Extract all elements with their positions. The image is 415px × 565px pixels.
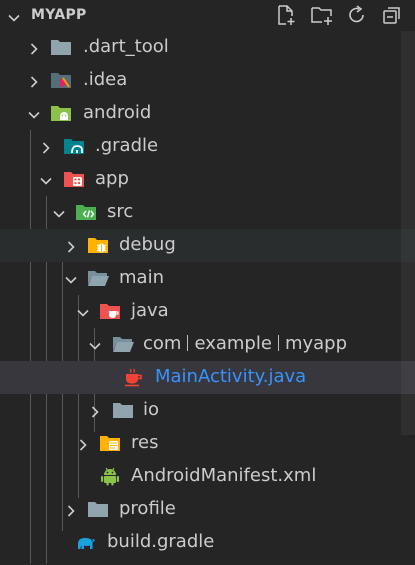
tree-item-label: build.gradle [107,531,215,552]
chevron-right-icon[interactable] [27,74,41,88]
tree-item-label: app [95,168,129,189]
folder-icon [87,499,109,519]
tree-item-label: main [119,267,164,288]
tree-item-build-gradle[interactable]: build.gradle [0,526,415,559]
tree-item-package[interactable]: com example myapp [0,328,415,361]
chevron-right-icon[interactable] [39,140,53,154]
chevron-down-icon[interactable] [7,10,21,29]
path-separator [277,335,279,351]
tree-item-res[interactable]: res [0,427,415,460]
tree-item-gradle-folder[interactable]: .gradle [0,130,415,163]
chevron-down-icon[interactable] [39,173,53,187]
tree-item-dart-tool[interactable]: .dart_tool [0,31,415,64]
res-folder-icon [99,433,121,453]
android-manifest-icon [99,466,121,486]
tree-item-label: MainActivity.java [155,366,307,387]
chevron-right-icon[interactable] [27,41,41,55]
tree-item-label: android [83,102,152,123]
chevron-down-icon[interactable] [27,107,41,121]
chevron-right-icon[interactable] [64,503,78,517]
tree-item-android[interactable]: android [0,97,415,130]
tree-item-debug[interactable]: debug [0,229,415,262]
tree-item-label: .dart_tool [83,36,169,57]
tree-item-main[interactable]: main [0,262,415,295]
gradle-folder-icon [63,136,85,156]
tree-item-label: AndroidManifest.xml [131,465,317,486]
path-separator [187,335,189,351]
java-folder-icon [99,301,121,321]
tree-item-android-manifest[interactable]: AndroidManifest.xml [0,460,415,493]
android-folder-icon [50,103,72,123]
refresh-icon[interactable] [344,3,370,27]
package-segment: com [143,333,182,354]
folder-icon [112,400,134,420]
folder-icon [50,37,72,57]
explorer-title: MYAPP [31,7,87,23]
idea-folder-icon [50,70,72,90]
chevron-down-icon[interactable] [88,338,102,352]
tree-item-io[interactable]: io [0,394,415,427]
file-tree: .dart_tool .idea android .gradle app src… [0,31,415,565]
app-folder-icon [63,169,85,189]
tree-item-label: .gradle [95,135,159,156]
tree-item-src[interactable]: src [0,196,415,229]
src-folder-icon [75,202,97,222]
debug-folder-icon [87,235,109,255]
chevron-right-icon[interactable] [64,239,78,253]
folder-open-icon [87,268,109,288]
tree-item-label: profile [119,498,176,519]
folder-open-icon [112,334,134,354]
tree-item-app[interactable]: app [0,163,415,196]
java-file-icon [123,367,145,387]
new-folder-icon[interactable] [309,3,335,27]
package-segment: myapp [284,333,348,354]
tree-item-label: res [131,432,159,453]
tree-item-label: java [131,300,169,321]
package-segment: example [194,333,272,354]
tree-item-main-activity[interactable]: MainActivity.java [0,361,415,394]
chevron-down-icon[interactable] [52,206,66,220]
chevron-right-icon[interactable] [88,404,102,418]
chevron-right-icon[interactable] [76,437,90,451]
new-file-icon[interactable] [273,3,299,27]
scrollbar[interactable] [401,31,415,435]
chevron-down-icon[interactable] [64,272,78,286]
tree-item-label: io [143,399,160,420]
tree-item-label: debug [119,234,176,255]
tree-item-profile[interactable]: profile [0,493,415,526]
tree-item-java[interactable]: java [0,295,415,328]
tree-item-idea[interactable]: .idea [0,64,415,97]
tree-item-label: src [107,201,134,222]
collapse-all-icon[interactable] [379,3,405,27]
tree-item-label: com example myapp [143,333,347,355]
chevron-down-icon[interactable] [76,305,90,319]
gradle-file-icon [75,532,97,552]
tree-item-label: .idea [83,69,128,90]
